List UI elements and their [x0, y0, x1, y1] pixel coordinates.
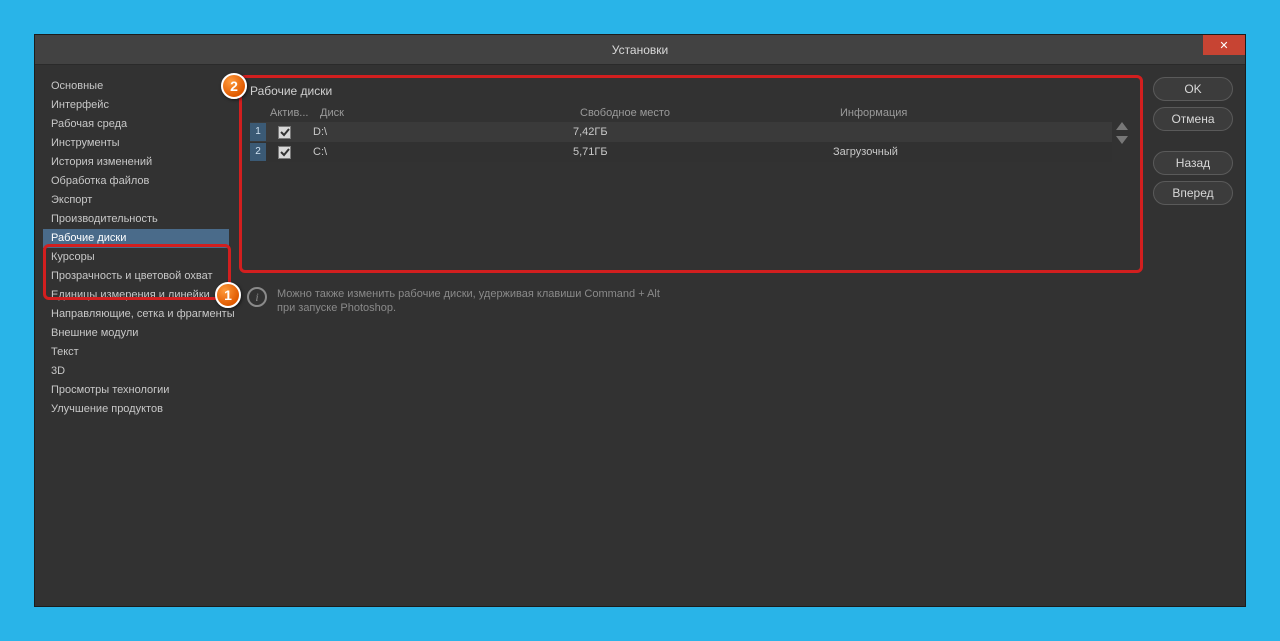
row-number: 1 [250, 123, 266, 141]
panel-title: Рабочие диски [250, 84, 1132, 104]
col-header-info: Информация [840, 107, 1112, 119]
titlebar: Установки ✕ [35, 35, 1245, 65]
sidebar-item-general[interactable]: Основные [43, 77, 229, 96]
sidebar-item-tools[interactable]: Инструменты [43, 134, 229, 153]
disk-row[interactable]: 1 D:\ 7,42ГБ [250, 122, 1112, 142]
sidebar-item-transparency[interactable]: Прозрачность и цветовой охват [43, 267, 229, 286]
sidebar-item-scratchdisks[interactable]: Рабочие диски [43, 229, 229, 248]
reorder-arrows [1112, 104, 1132, 162]
close-icon: ✕ [1219, 39, 1228, 52]
forward-button[interactable]: Вперед [1153, 181, 1233, 205]
ok-button[interactable]: OK [1153, 77, 1233, 101]
cancel-button[interactable]: Отмена [1153, 107, 1233, 131]
move-up-button[interactable] [1116, 122, 1128, 130]
move-down-button[interactable] [1116, 136, 1128, 144]
main-panel: 2 Рабочие диски Актив... Диск Свободное … [239, 75, 1143, 596]
info-icon: i [247, 287, 267, 307]
sidebar-item-performance[interactable]: Производительность [43, 210, 229, 229]
active-checkbox[interactable] [278, 146, 291, 159]
preferences-dialog: Установки ✕ Основные Интерфейс Рабочая с… [34, 34, 1246, 607]
sidebar-item-cursors[interactable]: Курсоры [43, 248, 229, 267]
category-sidebar: Основные Интерфейс Рабочая среда Инструм… [43, 75, 229, 596]
disk-row[interactable]: 2 C:\ 5,71ГБ Загрузочный [250, 142, 1112, 162]
disk-path: C:\ [313, 146, 573, 158]
sidebar-item-history[interactable]: История изменений [43, 153, 229, 172]
sidebar-item-3d[interactable]: 3D [43, 362, 229, 381]
scratch-disks-panel: Рабочие диски Актив... Диск Свободное ме… [239, 75, 1143, 273]
action-buttons: OK Отмена Назад Вперед [1153, 75, 1233, 596]
disk-info: Загрузочный [833, 146, 1112, 158]
hint-text: Можно также изменить рабочие диски, удер… [277, 287, 660, 315]
hint-row: i Можно также изменить рабочие диски, уд… [247, 287, 1143, 315]
sidebar-item-interface[interactable]: Интерфейс [43, 96, 229, 115]
close-button[interactable]: ✕ [1203, 35, 1245, 55]
col-header-active: Актив... [270, 107, 320, 119]
col-header-disk: Диск [320, 107, 580, 119]
disk-free: 5,71ГБ [573, 146, 833, 158]
sidebar-item-filehandling[interactable]: Обработка файлов [43, 172, 229, 191]
col-header-free: Свободное место [580, 107, 840, 119]
row-number: 2 [250, 143, 266, 161]
disk-path: D:\ [313, 126, 573, 138]
sidebar-item-techpreviews[interactable]: Просмотры технологии [43, 381, 229, 400]
window-title: Установки [612, 43, 668, 57]
disk-table-header: Актив... Диск Свободное место Информация [250, 104, 1112, 122]
sidebar-item-workspace[interactable]: Рабочая среда [43, 115, 229, 134]
sidebar-item-plugins[interactable]: Внешние модули [43, 324, 229, 343]
sidebar-item-export[interactable]: Экспорт [43, 191, 229, 210]
sidebar-item-guides[interactable]: Направляющие, сетка и фрагменты [43, 305, 229, 324]
disk-table: Актив... Диск Свободное место Информация… [250, 104, 1132, 162]
sidebar-item-type[interactable]: Текст [43, 343, 229, 362]
back-button[interactable]: Назад [1153, 151, 1233, 175]
disk-free: 7,42ГБ [573, 126, 833, 138]
sidebar-item-units[interactable]: Единицы измерения и линейки [43, 286, 229, 305]
active-checkbox[interactable] [278, 126, 291, 139]
sidebar-item-productimprovement[interactable]: Улучшение продуктов [43, 400, 229, 419]
